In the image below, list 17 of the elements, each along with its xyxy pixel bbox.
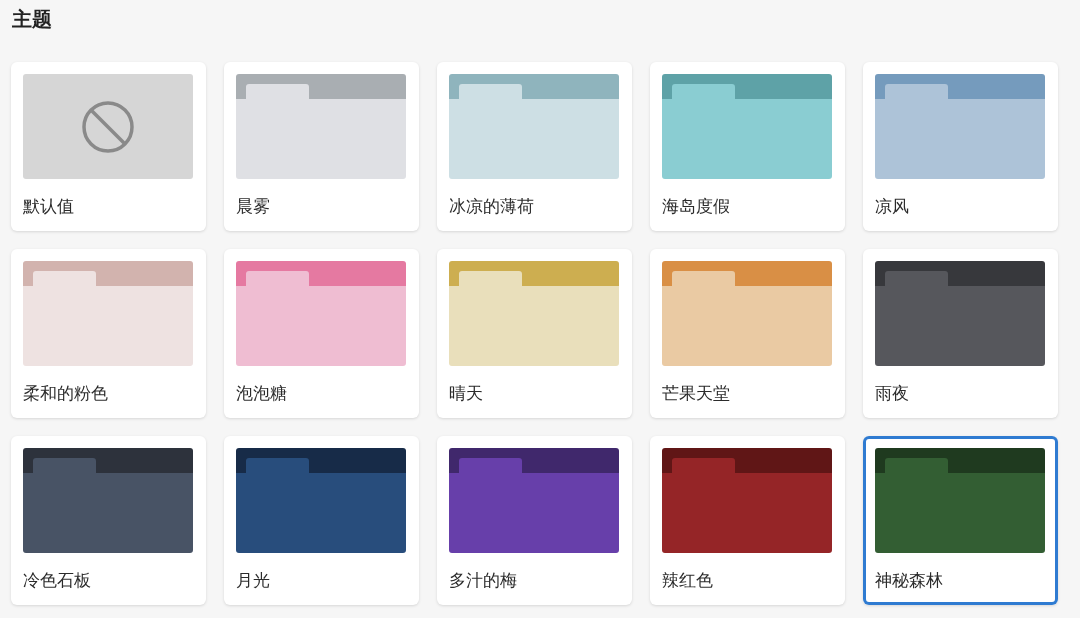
theme-card[interactable]: 雨夜 xyxy=(863,249,1058,418)
theme-card[interactable]: 默认值 xyxy=(11,62,206,231)
theme-card[interactable]: 冷色石板 xyxy=(11,436,206,605)
section-title: 主题 xyxy=(12,6,52,32)
theme-card[interactable]: 芒果天堂 xyxy=(650,249,845,418)
theme-card[interactable]: 海岛度假 xyxy=(650,62,845,231)
theme-card[interactable]: 神秘森林 xyxy=(863,436,1058,605)
prohibited-icon xyxy=(82,100,134,153)
theme-card[interactable]: 辣红色 xyxy=(650,436,845,605)
theme-card[interactable]: 月光 xyxy=(224,436,419,605)
theme-card[interactable]: 晴天 xyxy=(437,249,632,418)
theme-card[interactable]: 冰凉的薄荷 xyxy=(437,62,632,231)
theme-card[interactable]: 柔和的粉色 xyxy=(11,249,206,418)
theme-card[interactable]: 泡泡糖 xyxy=(224,249,419,418)
theme-card[interactable]: 凉风 xyxy=(863,62,1058,231)
theme-card[interactable]: 多汁的梅 xyxy=(437,436,632,605)
theme-card[interactable]: 晨雾 xyxy=(224,62,419,231)
